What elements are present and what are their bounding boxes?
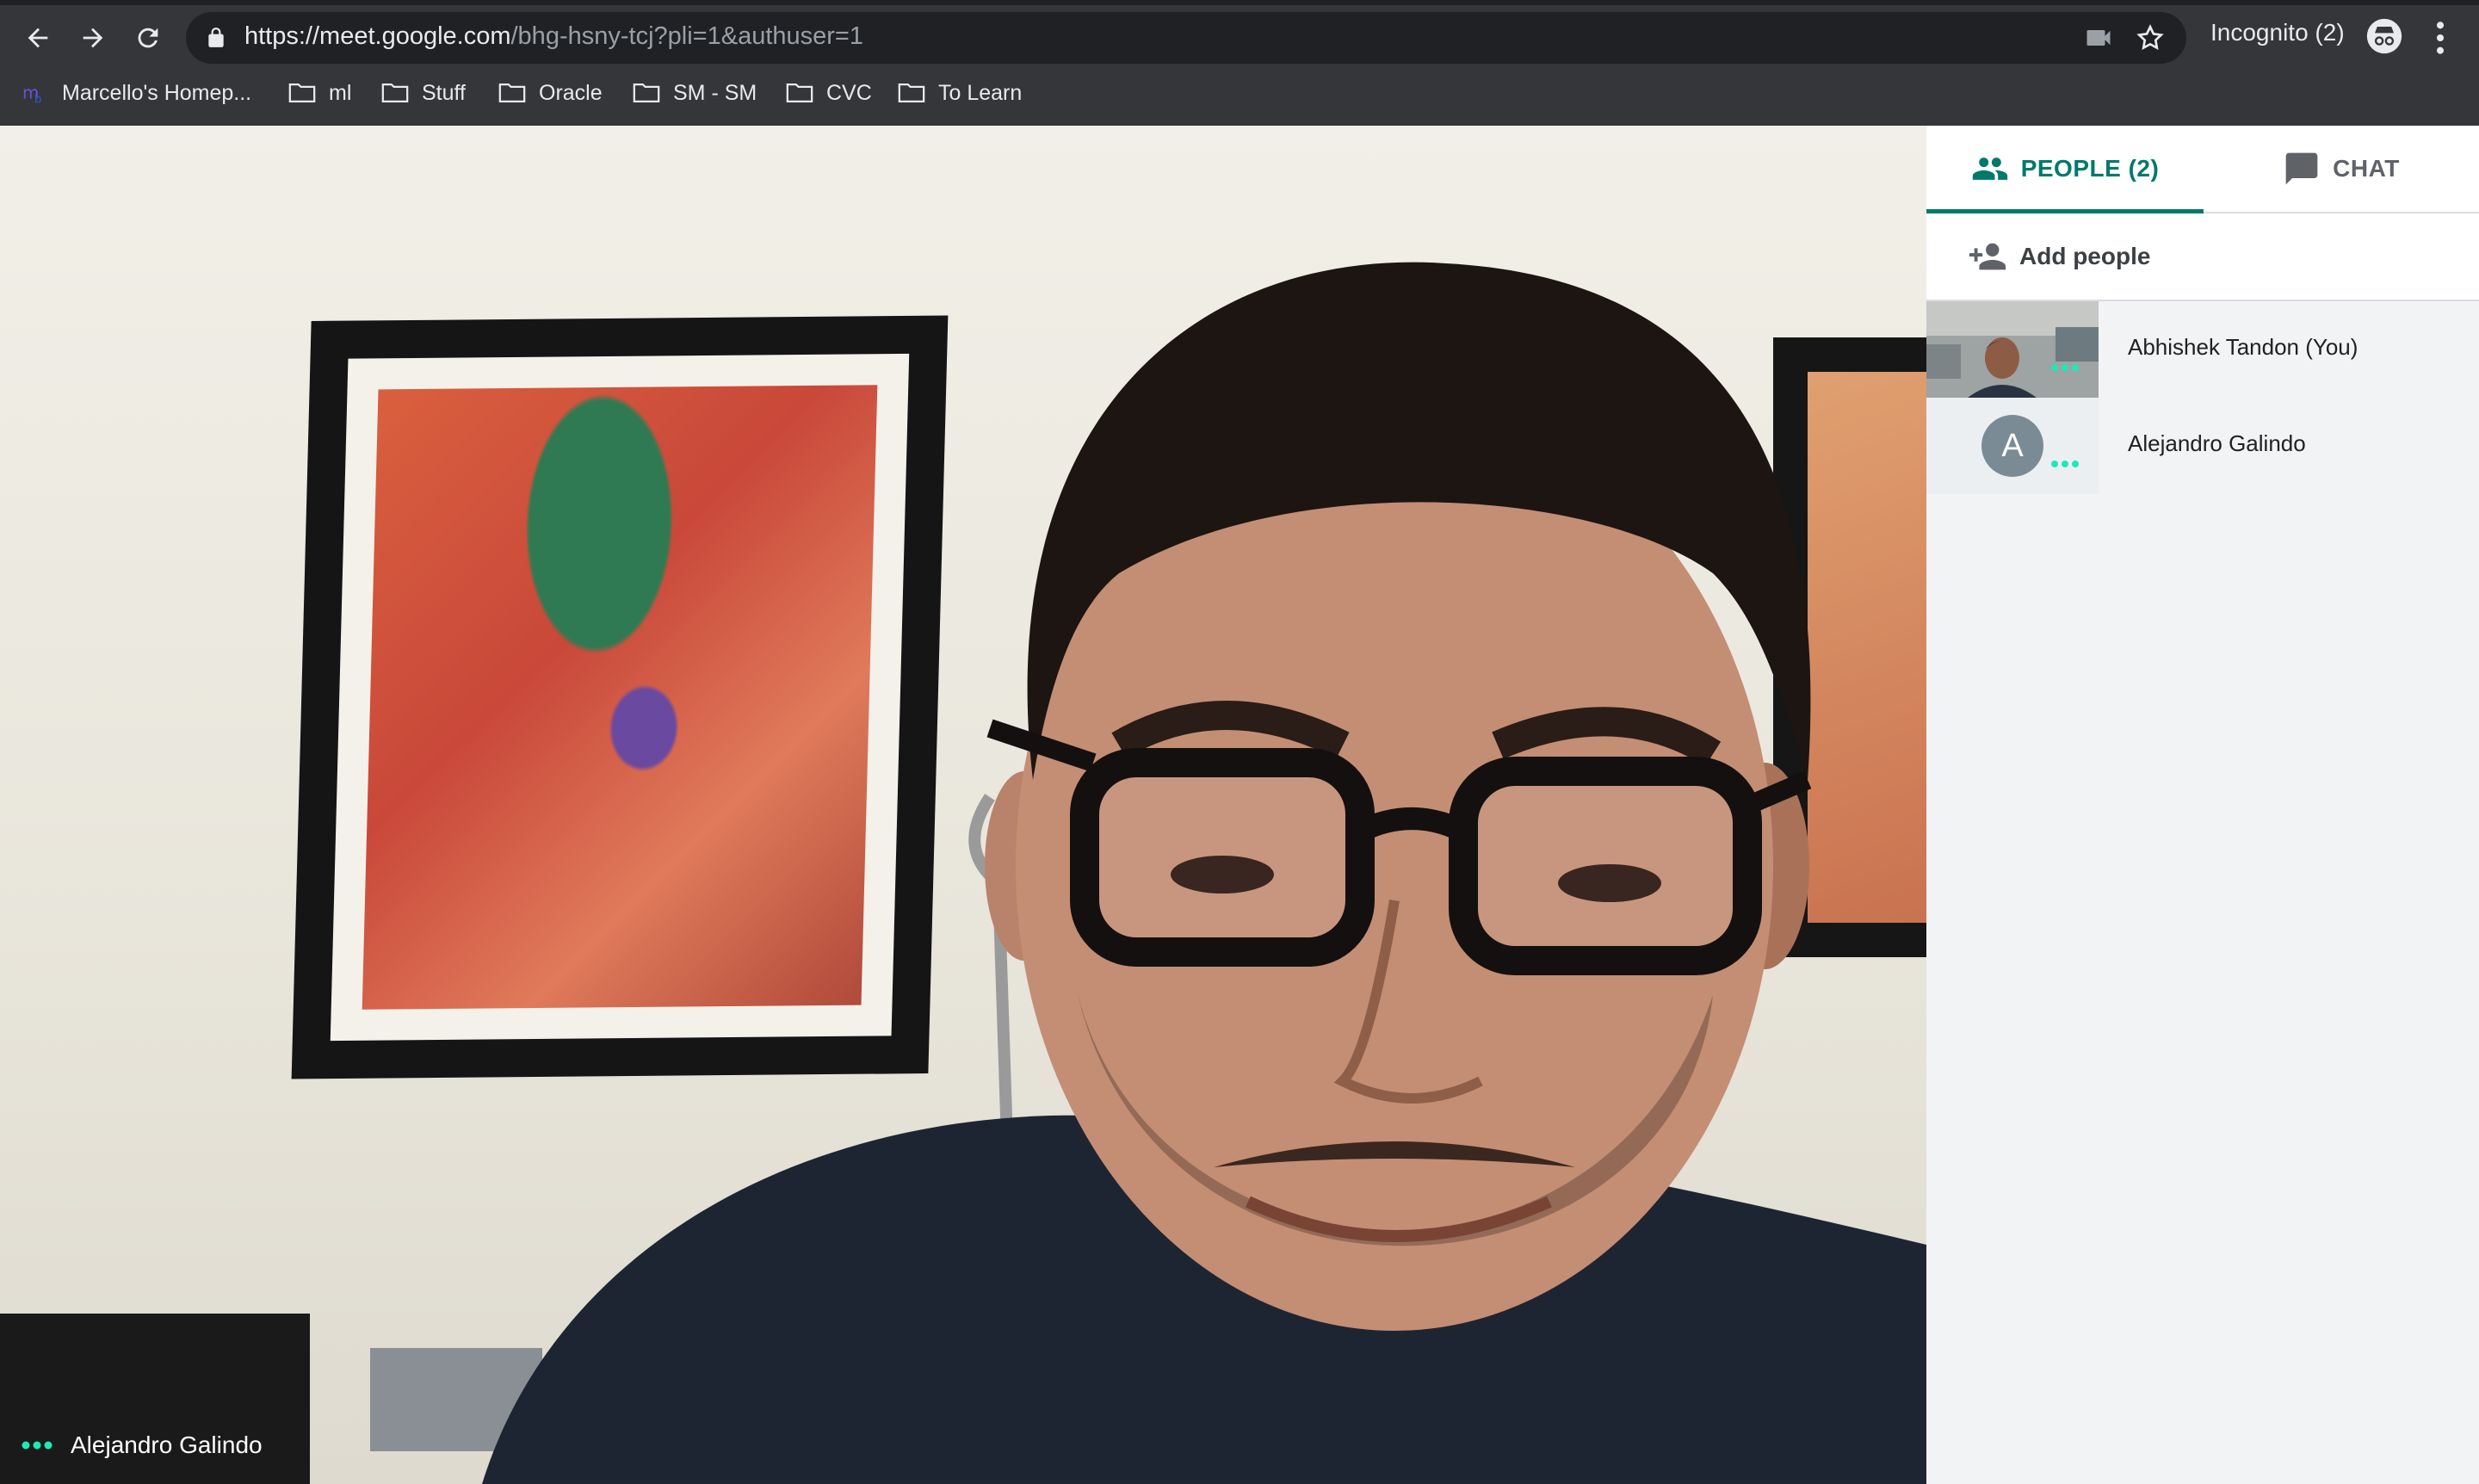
tab-chat-label: CHAT	[2333, 155, 2400, 182]
reload-button[interactable]	[127, 17, 169, 59]
folder-icon	[786, 83, 813, 103]
tab-chat[interactable]: CHAT	[2204, 126, 2479, 212]
bookmark-label: ml	[329, 80, 352, 105]
participant-row[interactable]: A Alejandro Galindo	[1926, 398, 2479, 494]
camera-indicator-icon[interactable]	[2083, 22, 2114, 53]
participant-name: Abhishek Tandon (You)	[2128, 334, 2358, 360]
folder-icon	[898, 83, 925, 103]
add-people-label: Add people	[2019, 243, 2151, 269]
bookmark-item[interactable]: mb Marcello's Homep...	[21, 74, 251, 112]
video-name-tag: Alejandro Galindo	[21, 1431, 263, 1459]
tab-people[interactable]: PEOPLE (2)	[1926, 126, 2204, 213]
chat-icon	[2285, 152, 2318, 185]
browser-chrome: https://meet.google.com/bhg-hsny-tcj?pli…	[0, 0, 2479, 126]
participant-name: Alejandro Galindo	[71, 1431, 263, 1458]
participant-video-thumbnail	[1926, 301, 2099, 398]
bookmark-folder[interactable]: SM - SM	[632, 74, 757, 112]
arrow-right-icon	[83, 28, 103, 48]
participant-name: Alejandro Galindo	[2128, 430, 2306, 456]
url-path: /bhg-hsny-tcj?pli=1&authuser=1	[510, 22, 863, 50]
avatar: A	[1981, 415, 2043, 477]
url-host: https://meet.google.com	[244, 22, 511, 50]
participant-video-image	[0, 262, 1926, 1484]
audio-activity-icon	[22, 1441, 53, 1450]
reload-icon	[138, 28, 158, 48]
main-video-feed[interactable]: Alejandro Galindo	[0, 126, 1926, 1484]
site-favicon-icon: mb	[22, 82, 42, 106]
bookmark-folder[interactable]: CVC	[785, 74, 872, 112]
audio-activity-icon	[2051, 364, 2079, 371]
audio-activity-icon	[2051, 461, 2079, 467]
folder-icon	[381, 83, 409, 103]
url-text: https://meet.google.com/bhg-hsny-tcj?pli…	[244, 22, 863, 51]
bookmark-folder[interactable]: ml	[287, 74, 351, 112]
svg-text:b: b	[34, 92, 42, 106]
bookmark-folder[interactable]: Oracle	[498, 74, 603, 112]
folder-icon	[498, 83, 526, 103]
bookmark-label: SM - SM	[673, 80, 757, 105]
browser-menu-icon[interactable]	[2429, 19, 2451, 57]
person-add-icon	[1969, 243, 2006, 270]
add-people-button[interactable]: Add people	[1926, 213, 2479, 301]
bookmark-label: CVC	[826, 80, 872, 105]
bookmarks-bar: mb Marcello's Homep... ml Stuff Oracle S…	[0, 74, 2479, 112]
panel-tabs: PEOPLE (2) CHAT	[1926, 126, 2479, 213]
back-button[interactable]	[17, 17, 59, 59]
incognito-icon[interactable]	[2365, 17, 2403, 55]
tab-people-label: PEOPLE (2)	[2020, 155, 2160, 182]
forward-button[interactable]	[72, 17, 114, 59]
bookmark-label: Stuff	[422, 80, 466, 105]
incognito-label[interactable]: Incognito (2)	[2210, 19, 2345, 46]
bookmark-label: To Learn	[938, 80, 1023, 105]
bookmark-folder[interactable]: To Learn	[897, 74, 1022, 112]
address-bar[interactable]: https://meet.google.com/bhg-hsny-tcj?pli…	[186, 12, 2186, 64]
self-video-image	[1926, 301, 2099, 398]
participants-panel: PEOPLE (2) CHAT Add people Abhishek Tand…	[1926, 126, 2479, 1484]
lock-icon	[208, 28, 224, 47]
bookmark-folder[interactable]: Stuff	[380, 74, 466, 112]
participant-avatar-tile: A	[1926, 398, 2099, 494]
bookmark-label: Marcello's Homep...	[62, 80, 252, 105]
bookmark-label: Oracle	[539, 80, 603, 105]
tab-strip-edge	[0, 0, 2479, 5]
star-icon[interactable]	[2135, 22, 2166, 53]
arrow-left-icon	[28, 28, 48, 48]
people-icon	[1972, 158, 2007, 180]
folder-icon	[288, 83, 316, 103]
participant-row[interactable]: Abhishek Tandon (You)	[1926, 301, 2479, 398]
folder-icon	[633, 83, 660, 103]
